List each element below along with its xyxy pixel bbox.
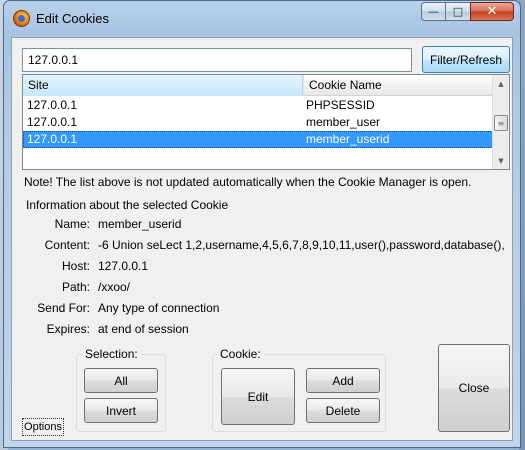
minimize-button[interactable]: — bbox=[421, 2, 446, 21]
list-note: Note! The list above is not updated auto… bbox=[24, 175, 472, 189]
info-label: Name: bbox=[54, 217, 90, 231]
edit-cookies-window: Edit Cookies — □ ✕ Filter/Refresh Site C… bbox=[3, 0, 521, 448]
info-row-expires: Expires: at end of session bbox=[22, 320, 510, 338]
select-all-button[interactable]: All bbox=[84, 368, 158, 393]
dialog-client-area: Filter/Refresh Site Cookie Name 127.0.0.… bbox=[11, 37, 513, 441]
row-site: 127.0.0.1 bbox=[27, 98, 78, 112]
info-value: at end of session bbox=[98, 322, 189, 336]
firefox-icon bbox=[13, 10, 30, 27]
list-item[interactable]: 127.0.0.1 PHPSESSID bbox=[23, 97, 493, 114]
window-title: Edit Cookies bbox=[36, 11, 109, 26]
row-site: 127.0.0.1 bbox=[27, 115, 78, 129]
info-label: Host: bbox=[61, 259, 90, 273]
info-value: 127.0.0.1 bbox=[98, 259, 149, 273]
list-item-selected[interactable]: 127.0.0.1 member_userid bbox=[23, 131, 493, 148]
list-item[interactable]: 127.0.0.1 member_user bbox=[23, 114, 493, 131]
info-value: -6 Union seLect 1,2,username,4,5,6,7,8,9… bbox=[98, 238, 505, 252]
delete-cookie-button[interactable]: Delete bbox=[306, 398, 380, 423]
title-bar[interactable]: Edit Cookies — □ ✕ bbox=[4, 1, 520, 37]
row-cookie-name: member_user bbox=[306, 115, 381, 129]
cookie-info-group: Information about the selected Cookie Na… bbox=[22, 195, 510, 338]
row-cookie-name: member_userid bbox=[306, 132, 390, 146]
info-row-content: Content: -6 Union seLect 1,2,username,4,… bbox=[22, 236, 510, 254]
info-label: Content: bbox=[44, 238, 90, 252]
filter-input[interactable] bbox=[22, 48, 412, 72]
info-label: Path: bbox=[61, 280, 90, 294]
info-row-path: Path: /xxoo/ bbox=[22, 278, 510, 296]
list-scrollbar[interactable]: ▲ ≡ ▼ bbox=[492, 75, 509, 169]
invert-selection-button[interactable]: Invert bbox=[84, 398, 158, 423]
info-row-send-for: Send For: Any type of connection bbox=[22, 299, 510, 317]
info-row-host: Host: 127.0.0.1 bbox=[22, 257, 510, 275]
cookie-group-title: Cookie: bbox=[217, 347, 264, 361]
info-value: Any type of connection bbox=[98, 301, 220, 315]
caption-buttons: — □ ✕ bbox=[421, 2, 514, 21]
scroll-up-arrow-icon[interactable]: ▲ bbox=[493, 75, 509, 92]
list-rows: 127.0.0.1 PHPSESSID 127.0.0.1 member_use… bbox=[23, 97, 493, 148]
options-button[interactable]: Options bbox=[22, 418, 64, 436]
selection-group-title: Selection: bbox=[82, 347, 141, 361]
filter-refresh-button[interactable]: Filter/Refresh bbox=[422, 46, 510, 73]
edit-cookie-button[interactable]: Edit bbox=[221, 368, 295, 425]
column-header-cookie-name[interactable]: Cookie Name bbox=[303, 75, 493, 96]
info-label: Expires: bbox=[46, 322, 90, 336]
list-header: Site Cookie Name bbox=[23, 75, 493, 96]
info-value: member_userid bbox=[98, 217, 182, 231]
row-site: 127.0.0.1 bbox=[27, 132, 78, 146]
close-window-button[interactable]: ✕ bbox=[470, 2, 514, 21]
cookie-list[interactable]: Site Cookie Name 127.0.0.1 PHPSESSID 127… bbox=[22, 74, 510, 170]
scroll-down-arrow-icon[interactable]: ▼ bbox=[493, 152, 509, 169]
info-group-title: Information about the selected Cookie bbox=[26, 198, 229, 212]
info-label: Send For: bbox=[37, 301, 90, 315]
scroll-thumb[interactable]: ≡ bbox=[494, 115, 508, 131]
column-header-site[interactable]: Site bbox=[23, 75, 303, 96]
info-row-name: Name: member_userid bbox=[22, 215, 510, 233]
close-button[interactable]: Close bbox=[438, 344, 510, 432]
row-cookie-name: PHPSESSID bbox=[306, 98, 375, 112]
info-value: /xxoo/ bbox=[98, 280, 131, 294]
add-cookie-button[interactable]: Add bbox=[306, 368, 380, 393]
maximize-button[interactable]: □ bbox=[445, 2, 471, 21]
